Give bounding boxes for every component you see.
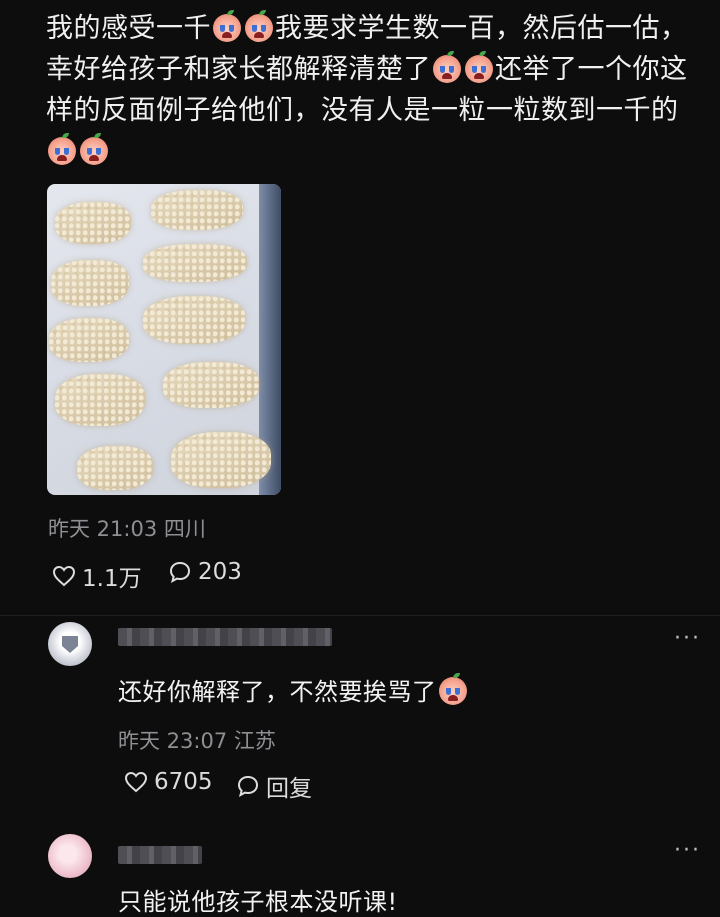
post-text-segment: 幸好给孩子和家长都解释清楚了 <box>46 54 431 85</box>
rice-pile <box>143 296 245 344</box>
crying-face-emoji-icon <box>48 133 76 165</box>
post-text-segment: 我要求学生数一百，然后估一估， <box>275 13 688 44</box>
post-text: 我的感受一千 我要求学生数一百，然后估一估， 幸好给孩子和家长都解释清楚了 还举了一… <box>46 8 696 172</box>
commenter-avatar[interactable] <box>48 834 92 878</box>
crying-face-emoji-icon <box>213 10 241 42</box>
rice-pile <box>55 202 131 244</box>
rice-pile <box>163 362 259 408</box>
post-line-4 <box>46 131 696 172</box>
post-comment-count: 203 <box>198 559 242 585</box>
rice-pile <box>51 260 129 306</box>
commenter-avatar[interactable] <box>48 622 92 666</box>
commenter-username-blurred[interactable] <box>118 846 202 864</box>
comment-more-button[interactable]: ··· <box>674 626 701 651</box>
commenter-username-blurred[interactable] <box>118 628 332 646</box>
post-like-count: 1.1万 <box>82 566 142 592</box>
rice-pile <box>151 190 243 230</box>
post-timestamp-location: 昨天 21:03 四川 <box>48 517 206 541</box>
post-line-3: 样的反面例子给他们，没有人是一粒一粒数到一千的 <box>46 90 696 131</box>
comment-text-segment: 还好你解释了，不然要挨骂了 <box>118 678 437 706</box>
post-line-2: 幸好给孩子和家长都解释清楚了 还举了一个你这 <box>46 49 696 90</box>
rice-pile <box>77 446 153 490</box>
post-line-1: 我的感受一千 我要求学生数一百，然后估一估， <box>46 8 696 49</box>
comment-like-count: 6705 <box>154 769 213 795</box>
post-text-segment: 我的感受一千 <box>46 13 211 44</box>
rice-pile <box>49 318 129 362</box>
comment-reply-button[interactable]: 回复 <box>236 769 312 803</box>
crying-face-emoji-icon <box>433 51 461 83</box>
comment-more-button[interactable]: ··· <box>674 838 701 863</box>
reply-label: 回复 <box>266 776 312 802</box>
post-like-button[interactable]: 1.1万 <box>52 559 142 593</box>
comment-like-button[interactable]: 6705 <box>124 769 213 795</box>
heart-icon <box>124 771 148 793</box>
crying-face-emoji-icon <box>465 51 493 83</box>
crying-face-emoji-icon <box>438 673 467 705</box>
rice-pile <box>55 374 145 426</box>
crying-face-emoji-icon <box>245 10 273 42</box>
comment-bubble-icon <box>237 775 259 797</box>
comment-timestamp-location: 昨天 23:07 江苏 <box>118 729 276 753</box>
comment-bubble-icon <box>169 561 191 583</box>
crying-face-emoji-icon <box>80 133 108 165</box>
rice-pile <box>171 432 271 488</box>
comment-text: 还好你解释了，不然要挨骂了 <box>118 672 469 707</box>
post-photo-rice-piles[interactable] <box>47 184 281 495</box>
post-text-segment: 样的反面例子给他们，没有人是一粒一粒数到一千的 <box>46 95 679 126</box>
section-divider <box>0 615 720 616</box>
post-comment-button[interactable]: 203 <box>168 559 242 585</box>
heart-icon <box>52 565 76 587</box>
rice-pile <box>143 244 247 282</box>
avatar-shield-icon <box>62 636 78 653</box>
post-text-segment: 还举了一个你这 <box>495 54 688 85</box>
